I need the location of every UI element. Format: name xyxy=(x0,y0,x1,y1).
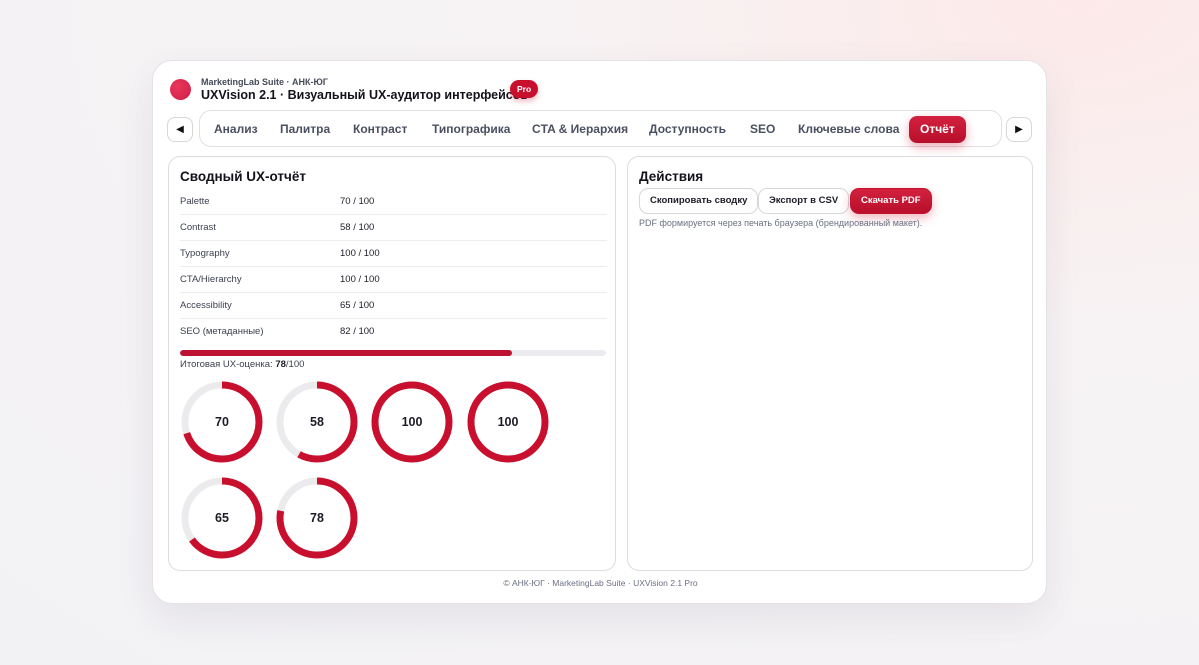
brand-logo-icon xyxy=(170,79,191,100)
app-title: UXVision 2.1 · Визуальный UX-аудитор инт… xyxy=(201,88,529,102)
tabs-prev-button[interactable]: ◀ xyxy=(167,117,193,142)
gauge-value: 100 xyxy=(497,415,519,429)
gauge-value: 58 xyxy=(310,415,324,429)
score-value: 65 / 100 xyxy=(340,300,375,311)
tabs-next-button[interactable]: ▶ xyxy=(1006,117,1032,142)
score-value: 70 / 100 xyxy=(340,196,375,207)
tab-bar: Анализ Палитра Контраст Типографика CTA … xyxy=(199,110,1002,147)
total-score-label: Итоговая UX-оценка: xyxy=(180,359,273,370)
score-value: 100 / 100 xyxy=(340,274,380,285)
total-score-value: 78 xyxy=(275,359,286,370)
tab-typography[interactable]: Типографика xyxy=(432,116,510,143)
total-progress-fill xyxy=(180,350,513,356)
total-score-max: /100 xyxy=(285,359,305,370)
gauge-value: 65 xyxy=(215,511,229,525)
score-name: Typography xyxy=(180,248,230,259)
tab-palette[interactable]: Палитра xyxy=(280,116,330,143)
score-value: 58 / 100 xyxy=(340,222,375,233)
score-name: Palette xyxy=(180,196,210,207)
table-row: SEO (метаданные) 82 / 100 xyxy=(180,319,607,345)
total-progress-bar xyxy=(180,350,606,356)
gauge-cta-hierarchy: 100 xyxy=(467,381,549,463)
footer: © АНК-ЮГ · MarketingLab Suite · UXVision… xyxy=(503,578,698,588)
gauge-accessibility: 65 xyxy=(181,477,263,559)
report-panel: Сводный UX-отчёт Palette 70 / 100 Contra… xyxy=(168,156,616,571)
table-row: Accessibility 65 / 100 xyxy=(180,293,607,319)
table-row: Typography 100 / 100 xyxy=(180,241,607,267)
download-pdf-button[interactable]: Скачать PDF xyxy=(850,188,932,214)
table-row: Palette 70 / 100 xyxy=(180,189,607,215)
gauge-contrast: 58 xyxy=(276,381,358,463)
app-window: MarketingLab Suite · АНК-ЮГ UXVision 2.1… xyxy=(152,60,1047,604)
tab-analysis[interactable]: Анализ xyxy=(214,116,258,143)
gauge-value: 70 xyxy=(215,415,229,429)
table-row: CTA/Hierarchy 100 / 100 xyxy=(180,267,607,293)
gauge-value: 100 xyxy=(401,415,423,429)
tab-contrast[interactable]: Контраст xyxy=(353,116,407,143)
gauge-value: 78 xyxy=(310,511,324,525)
score-name: Accessibility xyxy=(180,300,232,311)
tab-seo[interactable]: SEO xyxy=(750,116,775,143)
gauge-typography: 100 xyxy=(371,381,453,463)
gauge-seo: 78 xyxy=(276,477,358,559)
actions-panel: Действия Скопировать сводку Экспорт в CS… xyxy=(627,156,1033,571)
tab-accessibility[interactable]: Доступность xyxy=(649,116,726,143)
score-value: 100 / 100 xyxy=(340,248,380,259)
score-value: 82 / 100 xyxy=(340,326,375,337)
score-name: CTA/Hierarchy xyxy=(180,274,242,285)
table-row: Contrast 58 / 100 xyxy=(180,215,607,241)
gauge-palette: 70 xyxy=(181,381,263,463)
total-score-text: Итоговая UX-оценка: 78/100 xyxy=(180,359,304,370)
actions-title: Действия xyxy=(639,169,704,184)
tab-cta-hierarchy[interactable]: CTA & Иерархия xyxy=(532,116,628,143)
score-name: SEO (метаданные) xyxy=(180,326,264,337)
brand-subtitle: MarketingLab Suite · АНК-ЮГ xyxy=(201,77,328,87)
copy-summary-button[interactable]: Скопировать сводку xyxy=(639,188,759,214)
pdf-hint: PDF формируется через печать браузера (б… xyxy=(639,218,923,228)
score-name: Contrast xyxy=(180,222,216,233)
pro-badge: Pro xyxy=(510,80,539,98)
export-csv-button[interactable]: Экспорт в CSV xyxy=(758,188,850,214)
tab-keywords[interactable]: Ключевые слова xyxy=(798,116,899,143)
tab-report[interactable]: Отчёт xyxy=(909,116,966,143)
report-title: Сводный UX-отчёт xyxy=(180,169,306,184)
score-table: Palette 70 / 100 Contrast 58 / 100 Typog… xyxy=(180,189,607,345)
